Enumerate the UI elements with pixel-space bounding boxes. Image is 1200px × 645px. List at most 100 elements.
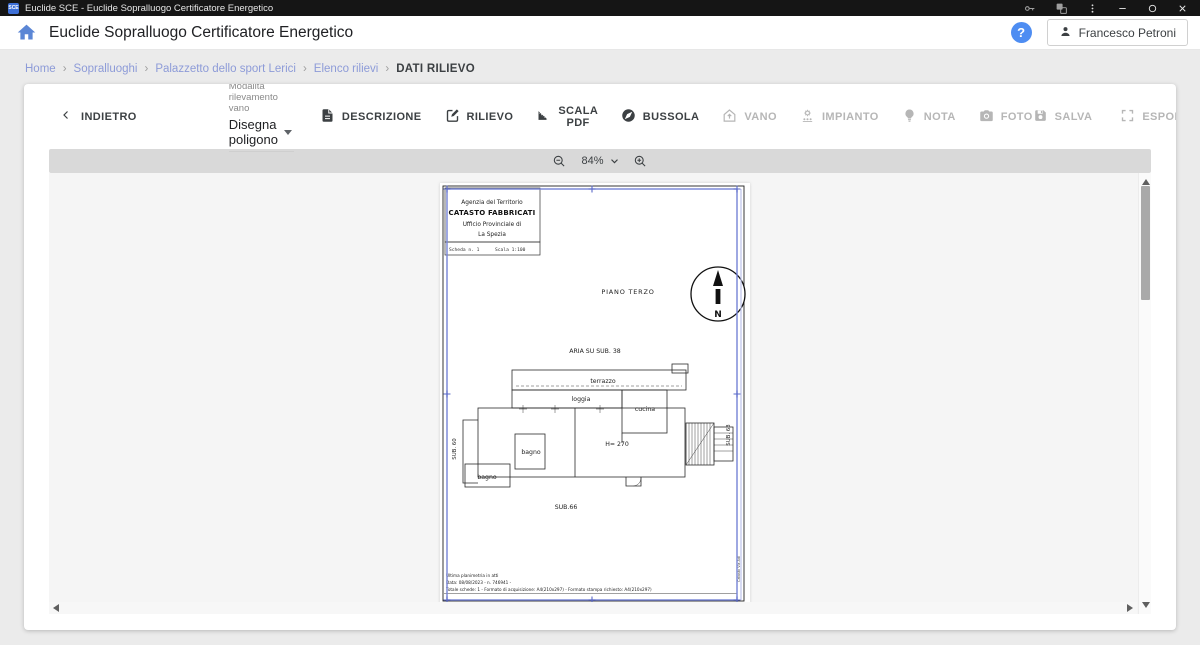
app-badge-icon: SCE — [8, 3, 19, 14]
back-button[interactable]: INDIETRO — [60, 109, 137, 124]
button-label: ESPORTA — [1142, 111, 1176, 123]
scroll-up-icon[interactable] — [1142, 179, 1150, 185]
catasto-stamp: Agenzia del Territorio CATASTO FABBRICAT… — [445, 188, 540, 255]
app-header: Euclide Sopralluogo Certificatore Energe… — [0, 16, 1200, 50]
overlay-handles[interactable] — [444, 186, 741, 604]
button-label: SALVA — [1055, 111, 1093, 123]
height-label: H= 270 — [605, 441, 629, 448]
room-label-bagno: bagno — [477, 474, 497, 481]
foto-button[interactable]: FOTO — [979, 105, 1033, 129]
close-button[interactable] — [1177, 3, 1188, 14]
button-label: BUSSOLA — [643, 111, 700, 123]
home-icon[interactable] — [16, 22, 37, 43]
bussola-button[interactable]: BUSSOLA — [621, 105, 700, 129]
help-icon[interactable]: ? — [1011, 22, 1032, 43]
zoom-level-dropdown[interactable]: 84% — [581, 155, 618, 167]
mode-select[interactable]: Modalità rilevamento vano Disegna poligo… — [229, 84, 294, 152]
key-icon[interactable] — [1023, 2, 1036, 15]
person-icon — [1059, 25, 1072, 41]
button-label: SCALA PDF — [558, 105, 597, 129]
horizontal-scrollbar[interactable] — [49, 602, 1137, 614]
back-button-label: INDIETRO — [81, 111, 137, 123]
button-label: NOTA — [924, 111, 956, 123]
vertical-scrollbar[interactable] — [1138, 173, 1151, 614]
pdf-footer-line: Data: 08/08/2023 - n. 746941 - — [446, 580, 512, 585]
rilievo-button[interactable]: RILIEVO — [445, 105, 514, 129]
nota-button[interactable]: NOTA — [902, 105, 956, 129]
salva-button[interactable]: SALVA — [1033, 108, 1093, 126]
button-label: IMPIANTO — [822, 111, 879, 123]
scheda-label: Scheda n. 1 — [449, 247, 480, 253]
breadcrumb-link-elenco-rilievi[interactable]: Elenco rilievi — [314, 63, 379, 75]
button-label: VANO — [744, 111, 777, 123]
impianto-button[interactable]: IMPIANTO — [800, 105, 879, 129]
scala-pdf-button[interactable]: SCALA PDF — [536, 105, 597, 129]
save-icon — [1033, 108, 1048, 126]
pdf-footer-line: Totale schede: 1 - Formato di acquisizio… — [445, 587, 652, 592]
scroll-left-icon[interactable] — [53, 604, 59, 612]
description-icon — [320, 108, 335, 126]
pdf-footer-line: Ultima planimetria in atti — [446, 573, 498, 578]
stamp-line: CATASTO FABBRICATI — [449, 209, 536, 217]
esporta-button[interactable]: ESPORTA — [1120, 108, 1176, 126]
breadcrumb-separator: › — [63, 63, 67, 75]
window-titlebar: SCE Euclide SCE - Euclide Sopralluogo Ce… — [0, 0, 1200, 16]
chevron-down-icon — [284, 130, 292, 135]
stamp-line: Agenzia del Territorio — [461, 200, 523, 206]
compass-n-label: N — [714, 310, 722, 320]
floor-title: PIANO TERZO — [601, 288, 654, 296]
mode-select-label: Modalità rilevamento vano — [229, 84, 294, 114]
breadcrumb-link-sopralluoghi[interactable]: Sopralluoghi — [74, 63, 138, 75]
scroll-right-icon[interactable] — [1127, 604, 1133, 612]
room-label-loggia: loggia — [572, 396, 591, 403]
window-title: Euclide SCE - Euclide Sopralluogo Certif… — [25, 3, 273, 14]
button-label: FOTO — [1001, 111, 1033, 123]
zoom-in-icon[interactable] — [633, 154, 648, 169]
overflow-menu-icon[interactable] — [1087, 3, 1098, 14]
scroll-down-icon[interactable] — [1142, 602, 1150, 608]
user-menu-button[interactable]: Francesco Petroni — [1047, 19, 1188, 46]
pdf-page[interactable]: Agenzia del Territorio CATASTO FABBRICAT… — [440, 183, 750, 607]
lightbulb-icon — [902, 108, 917, 126]
minimize-button[interactable] — [1117, 3, 1128, 14]
room-label-cucina: cucina — [635, 406, 655, 413]
mode-select-value: Disegna poligono — [229, 117, 278, 147]
chevron-left-icon — [60, 109, 72, 124]
room-icon — [722, 108, 737, 126]
breadcrumb: Home › Sopralluoghi › Palazzetto dello s… — [0, 50, 1200, 84]
polygon-overlay-rect[interactable] — [447, 189, 737, 600]
breadcrumb-current: DATI RILIEVO — [396, 63, 475, 75]
vertical-scrollbar-thumb[interactable] — [1141, 186, 1150, 300]
zoom-level-value: 84% — [581, 155, 603, 167]
aria-label: ARIA SU SUB. 38 — [569, 348, 621, 355]
ruler-icon — [536, 108, 551, 126]
translate-icon[interactable] — [1055, 2, 1068, 15]
pdf-canvas[interactable]: Agenzia del Territorio CATASTO FABBRICAT… — [49, 173, 1151, 614]
camera-icon — [979, 108, 994, 126]
sub-label-left: SUB. 60 — [452, 438, 458, 460]
breadcrumb-link-palazzetto[interactable]: Palazzetto dello sport Lerici — [155, 63, 296, 75]
room-label-terrazzo: terrazzo — [590, 378, 615, 385]
stamp-line: La Spezia — [478, 232, 506, 238]
chevron-down-icon — [610, 158, 619, 165]
room-label-bagno: bagno — [521, 449, 541, 456]
breadcrumb-link-home[interactable]: Home — [25, 63, 56, 75]
zoom-toolbar: 84% — [49, 149, 1151, 173]
vano-button[interactable]: VANO — [722, 105, 777, 129]
plant-gear-icon — [800, 108, 815, 126]
main-card: INDIETRO Modalità rilevamento vano Diseg… — [24, 84, 1176, 630]
floor-plan-svg: Agenzia del Territorio CATASTO FABBRICAT… — [440, 183, 750, 607]
edit-square-icon — [445, 108, 460, 126]
sub-label-right: SUB. 63 — [726, 424, 732, 445]
user-name: Francesco Petroni — [1079, 26, 1176, 40]
page-title: Euclide Sopralluogo Certificatore Energe… — [49, 24, 353, 42]
rilievo-toolbar: INDIETRO Modalità rilevamento vano Diseg… — [24, 84, 1176, 149]
breadcrumb-separator: › — [385, 63, 389, 75]
export-selection-icon — [1120, 108, 1135, 126]
button-label: DESCRIZIONE — [342, 111, 422, 123]
restore-button[interactable] — [1147, 3, 1158, 14]
zoom-out-icon[interactable] — [552, 154, 567, 169]
descrizione-button[interactable]: DESCRIZIONE — [320, 105, 422, 129]
breadcrumb-separator: › — [144, 63, 148, 75]
sub-label-bottom: SUB.66 — [555, 504, 578, 511]
